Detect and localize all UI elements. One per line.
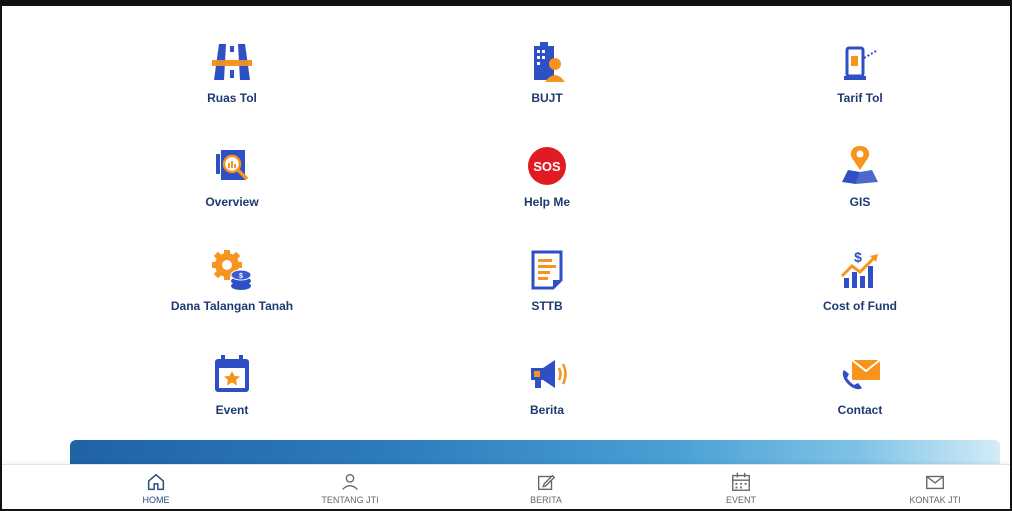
- menu-label: Cost of Fund: [823, 299, 897, 313]
- menu-label: Help Me: [523, 195, 570, 209]
- menu-item-sttb[interactable]: STTB: [437, 248, 657, 313]
- menu-item-event[interactable]: Event: [122, 352, 342, 417]
- dollar-growth-icon: $: [840, 249, 878, 288]
- menu-item-berita[interactable]: Berita: [437, 352, 657, 417]
- nav-label: KONTAK JTI: [909, 495, 961, 505]
- toll-gate-icon: [844, 46, 879, 80]
- menu-item-dana-talangan-tanah[interactable]: $ Dana Talangan Tanah: [122, 248, 342, 313]
- svg-text:$: $: [239, 273, 243, 280]
- calendar-star-icon: [215, 355, 249, 392]
- menu-label: BUJT: [531, 91, 563, 105]
- menu-item-help-me[interactable]: SOS Help Me: [437, 144, 657, 209]
- nav-kontak-jti[interactable]: KONTAK JTI: [875, 471, 995, 505]
- menu-item-gis[interactable]: GIS: [750, 144, 970, 209]
- user-icon: [342, 473, 358, 490]
- menu-label: Event: [215, 403, 249, 417]
- nav-home[interactable]: HOME: [96, 471, 216, 505]
- nav-event[interactable]: EVENT: [681, 471, 801, 505]
- bottom-nav: HOME TENTANG JTI BERITA EVENT KONTAK JTI: [2, 464, 1010, 509]
- menu-label: Contact: [837, 403, 883, 417]
- sos-icon: SOS: [528, 147, 566, 185]
- gear-coins-icon: $: [212, 250, 252, 290]
- map-pin-icon: [842, 146, 878, 184]
- highway-icon: [212, 44, 252, 80]
- svg-text:SOS: SOS: [533, 159, 561, 174]
- menu-label: GIS: [849, 195, 871, 209]
- menu-label: Tarif Tol: [837, 91, 883, 105]
- menu-item-cost-of-fund[interactable]: $ Cost of Fund: [750, 248, 970, 313]
- calendar-icon: [732, 472, 750, 491]
- nav-berita[interactable]: BERITA: [486, 471, 606, 505]
- phone-mail-icon: [842, 359, 881, 390]
- nav-label: TENTANG JTI: [321, 495, 379, 505]
- menu-item-ruas-tol[interactable]: Ruas Tol: [122, 40, 342, 105]
- svg-text:$: $: [854, 249, 862, 265]
- edit-icon: [537, 474, 556, 491]
- mail-icon: [926, 475, 944, 490]
- building-person-icon: [534, 42, 565, 82]
- document-list-icon: [531, 250, 563, 290]
- menu-item-bujt[interactable]: BUJT: [437, 40, 657, 105]
- home-icon: [147, 473, 165, 491]
- document-search-icon: [216, 150, 249, 181]
- nav-label: EVENT: [725, 495, 756, 505]
- menu-label: Berita: [529, 403, 564, 417]
- app-frame: Ruas Tol BUJT Tarif Tol Overview SOS Hel…: [0, 0, 1012, 511]
- nav-label: HOME: [142, 495, 170, 505]
- nav-label: BERITA: [530, 495, 562, 505]
- menu-item-overview[interactable]: Overview: [122, 144, 342, 209]
- menu-label: STTB: [531, 299, 563, 313]
- menu-label: Overview: [205, 195, 259, 209]
- nav-tentang-jti[interactable]: TENTANG JTI: [290, 471, 410, 505]
- menu-label: Dana Talangan Tanah: [170, 299, 294, 313]
- megaphone-icon: [531, 360, 567, 388]
- menu-item-tarif-tol[interactable]: Tarif Tol: [750, 40, 970, 105]
- menu-label: Ruas Tol: [207, 91, 257, 105]
- menu-item-contact[interactable]: Contact: [750, 352, 970, 417]
